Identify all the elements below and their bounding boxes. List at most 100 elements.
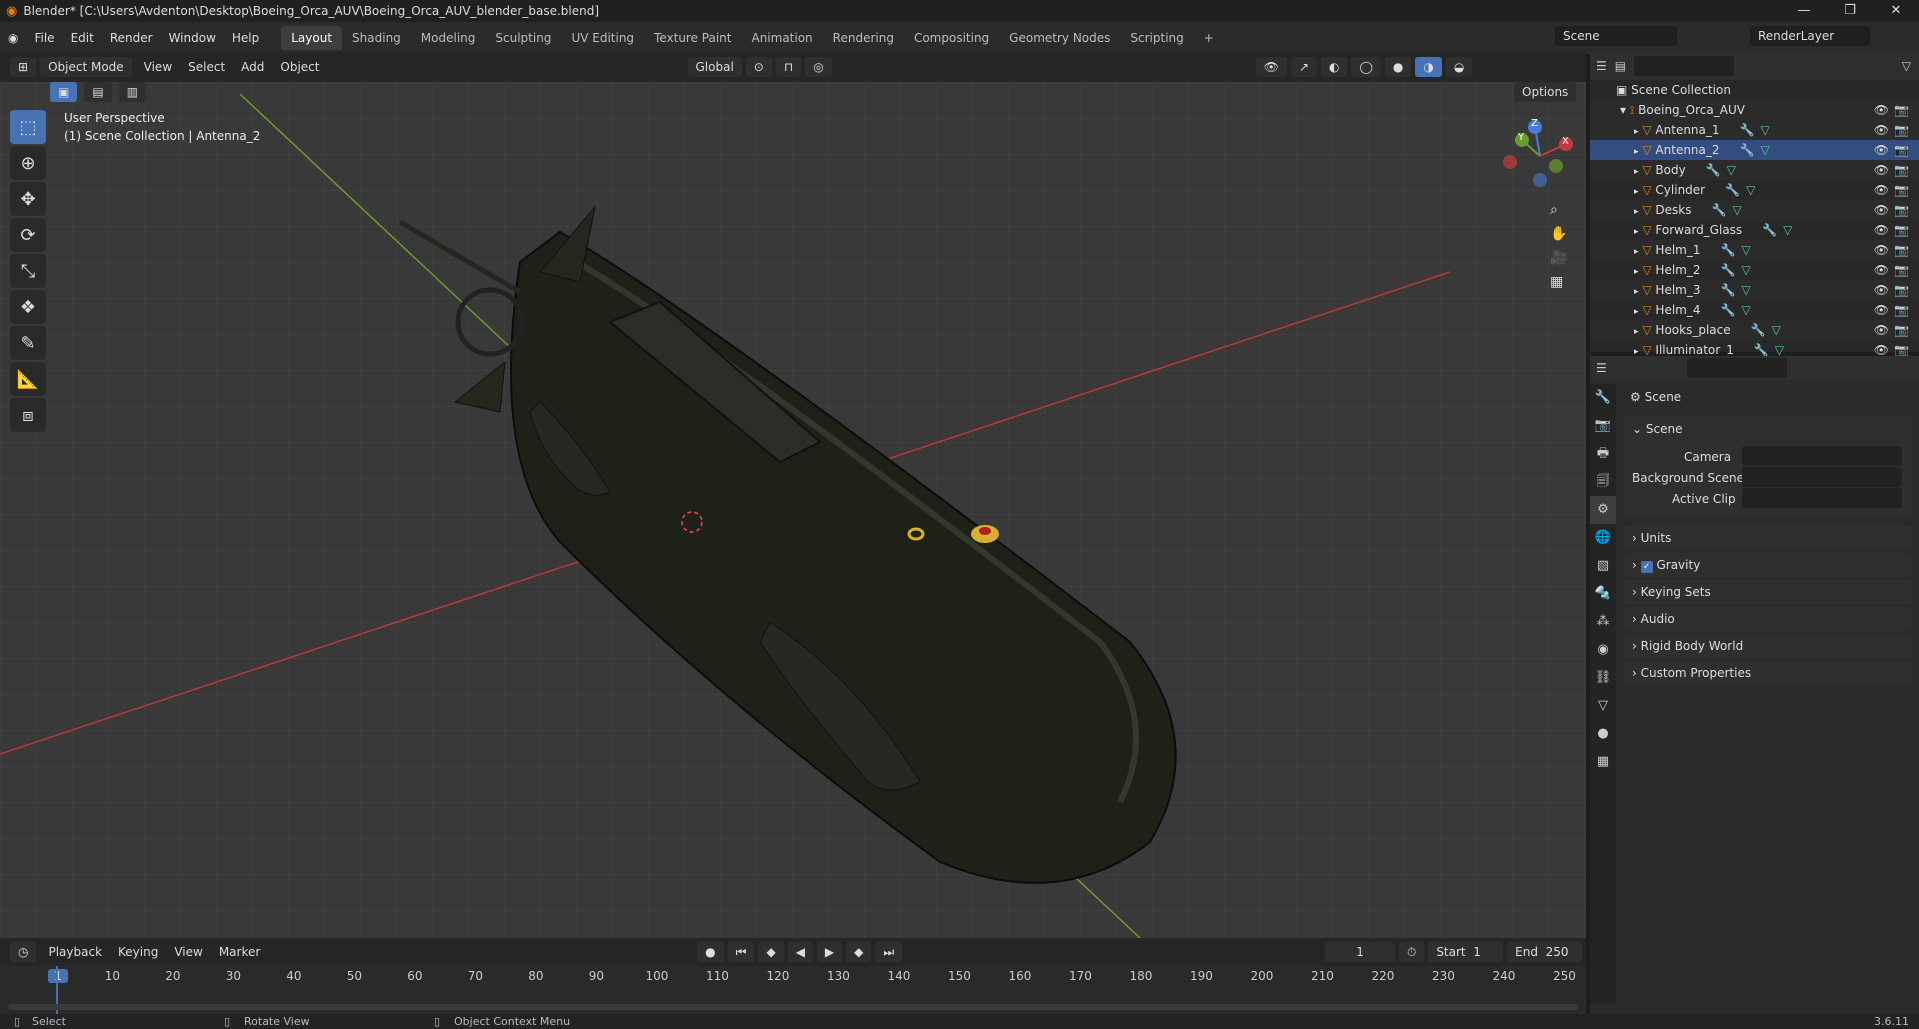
material-tab-icon[interactable]: ● [1590, 720, 1616, 748]
tab-texture-paint[interactable]: Texture Paint [644, 26, 741, 50]
visibility-eye-icon[interactable]: 👁 [1874, 220, 1889, 240]
mesh-data-icon[interactable]: ▽ [1760, 123, 1769, 137]
outliner-row[interactable]: ▸ ▽ Cylinder 🔧 ▽ 👁 📷 [1590, 180, 1919, 200]
outliner-row[interactable]: ▸ ▽ Helm_4 🔧 ▽ 👁 📷 [1590, 300, 1919, 320]
modifier-icon[interactable]: 🔧 [1721, 303, 1736, 317]
snap-icon[interactable]: ⊓ [775, 57, 802, 77]
scale-tool-icon[interactable]: ⤡ [10, 254, 46, 288]
tab-rendering[interactable]: Rendering [823, 26, 904, 50]
wireframe-shading-icon[interactable]: ◯ [1351, 57, 1381, 77]
visibility-eye-icon[interactable]: 👁 [1874, 140, 1889, 160]
scene-collection-row[interactable]: ▣ Scene Collection [1590, 80, 1919, 100]
render-camera-icon[interactable]: 📷 [1894, 140, 1909, 160]
expand-arrow-icon[interactable]: ▸ [1634, 307, 1639, 317]
visibility-eye-icon[interactable]: 👁 [1874, 320, 1889, 340]
menu-file[interactable]: File [26, 22, 62, 54]
transform-tool-icon[interactable]: ❖ [10, 290, 46, 324]
panel-custom-properties[interactable]: › Custom Properties [1624, 661, 1912, 685]
panel-rigid-body-world[interactable]: › Rigid Body World [1624, 634, 1912, 658]
background-scene-field[interactable] [1742, 467, 1902, 487]
render-camera-icon[interactable]: 📷 [1894, 180, 1909, 200]
minimize-button[interactable]: — [1781, 0, 1827, 22]
camera-field[interactable] [1742, 446, 1902, 466]
transform-orientation-dropdown[interactable]: Global [687, 57, 742, 77]
outliner-row[interactable]: ▸ ▽ Hooks_place 🔧 ▽ 👁 📷 [1590, 320, 1919, 340]
mesh-data-icon[interactable]: ▽ [1741, 243, 1750, 257]
scene-panel-header[interactable]: ⌄ Scene [1624, 416, 1912, 442]
mesh-data-icon[interactable]: ▽ [1727, 163, 1736, 177]
mesh-data-icon[interactable]: ▽ [1772, 323, 1781, 337]
mesh-data-icon[interactable]: ▽ [1741, 263, 1750, 277]
tab-geometry-nodes[interactable]: Geometry Nodes [999, 26, 1120, 50]
gizmo-toggle-icon[interactable]: ↗ [1290, 57, 1317, 77]
tab-sculpting[interactable]: Sculpting [485, 26, 561, 50]
end-frame-field[interactable]: End 250 [1507, 942, 1582, 962]
timeline-menu-view[interactable]: View [166, 945, 210, 959]
gizmo-x-label[interactable]: X [1562, 136, 1569, 147]
expand-arrow-icon[interactable]: ▸ [1634, 247, 1639, 257]
blender-menu-icon[interactable]: ◉ [0, 22, 26, 54]
outliner-row[interactable]: ▸ ▽ Body 🔧 ▽ 👁 📷 [1590, 160, 1919, 180]
expand-arrow-icon[interactable]: ▸ [1634, 327, 1639, 337]
particles-tab-icon[interactable]: ⁂ [1590, 608, 1616, 636]
mesh-data-icon[interactable]: ▽ [1732, 203, 1741, 217]
modifier-icon[interactable]: 🔧 [1712, 203, 1727, 217]
tab-layout[interactable]: Layout [281, 26, 343, 50]
modifier-icon[interactable]: 🔧 [1706, 163, 1721, 177]
expand-arrow-icon[interactable]: ▾ [1620, 103, 1626, 117]
render-layer-selector[interactable]: RenderLayer [1750, 26, 1870, 46]
menu-render[interactable]: Render [102, 22, 161, 54]
outliner-row[interactable]: ▸ ▽ Antenna_2 🔧 ▽ 👁 📷 [1590, 140, 1919, 160]
tab-animation[interactable]: Animation [741, 26, 822, 50]
tool-tab-icon[interactable]: 🔧 [1590, 384, 1616, 412]
render-camera-icon[interactable]: 📷 [1894, 220, 1909, 240]
editor-type-icon[interactable]: ⊞ [10, 57, 37, 77]
outliner-editor-icon[interactable]: ☰ [1596, 59, 1607, 73]
visibility-eye-icon[interactable]: 👁 [1874, 240, 1889, 260]
mesh-data-icon[interactable]: ▽ [1746, 183, 1755, 197]
render-camera-icon[interactable]: 📷 [1894, 100, 1909, 120]
expand-arrow-icon[interactable]: ▸ [1634, 207, 1639, 217]
output-tab-icon[interactable]: 🖶 [1590, 440, 1616, 468]
mesh-data-icon[interactable]: ▽ [1760, 143, 1769, 157]
visibility-eye-icon[interactable]: 👁 [1874, 200, 1889, 220]
pan-hand-icon[interactable]: ✋ [1550, 226, 1567, 242]
scene-selector[interactable]: Scene [1555, 26, 1677, 46]
modifier-icon[interactable]: 🔧 [1725, 183, 1740, 197]
timeline-scrollbar[interactable] [8, 1004, 1578, 1010]
start-frame-field[interactable]: Start 1 [1428, 942, 1504, 962]
visibility-eye-icon[interactable]: 👁 [1874, 180, 1889, 200]
modifier-tab-icon[interactable]: 🔩 [1590, 580, 1616, 608]
menu-help[interactable]: Help [224, 22, 267, 54]
use-preview-range-icon[interactable]: ⏱ [1398, 942, 1425, 962]
panel-audio[interactable]: › Audio [1624, 607, 1912, 631]
annotate-tool-icon[interactable]: ✎ [10, 326, 46, 360]
keyframe-record-icon[interactable]: ● [697, 942, 724, 962]
timeline-menu-keying[interactable]: Keying [110, 945, 166, 959]
close-button[interactable]: ✕ [1873, 0, 1919, 22]
modifier-icon[interactable]: 🔧 [1721, 243, 1736, 257]
panel-gravity[interactable]: › ✓ Gravity [1624, 553, 1912, 577]
display-mode-icon[interactable]: ▤ [1615, 59, 1626, 73]
properties-editor-icon[interactable]: ☰ [1596, 361, 1607, 375]
proportional-edit-icon[interactable]: ◎ [805, 57, 832, 77]
pivot-icon[interactable]: ⊙ [745, 57, 772, 77]
expand-arrow-icon[interactable]: ▸ [1634, 267, 1639, 277]
visibility-icon[interactable]: 👁 [1255, 57, 1287, 77]
menu-window[interactable]: Window [161, 22, 224, 54]
expand-arrow-icon[interactable]: ▸ [1634, 167, 1639, 177]
visibility-eye-icon[interactable]: 👁 [1874, 260, 1889, 280]
maximize-button[interactable]: ❐ [1827, 0, 1873, 22]
modifier-icon[interactable]: 🔧 [1740, 123, 1755, 137]
mesh-data-icon[interactable]: ▽ [1783, 223, 1792, 237]
expand-arrow-icon[interactable]: ▸ [1634, 187, 1639, 197]
cursor-tool-icon[interactable]: ⊕ [10, 146, 46, 180]
render-camera-icon[interactable]: 📷 [1894, 280, 1909, 300]
modifier-icon[interactable]: 🔧 [1751, 323, 1766, 337]
texture-tab-icon[interactable]: ▦ [1590, 748, 1616, 776]
prev-keyframe-icon[interactable]: ◆ [758, 942, 784, 962]
collection-row[interactable]: ▾ ⟟ Boeing_Orca_AUV 👁 📷 [1590, 100, 1919, 120]
modifier-icon[interactable]: 🔧 [1721, 283, 1736, 297]
outliner-search-input[interactable] [1634, 56, 1735, 76]
render-camera-icon[interactable]: 📷 [1894, 120, 1909, 140]
